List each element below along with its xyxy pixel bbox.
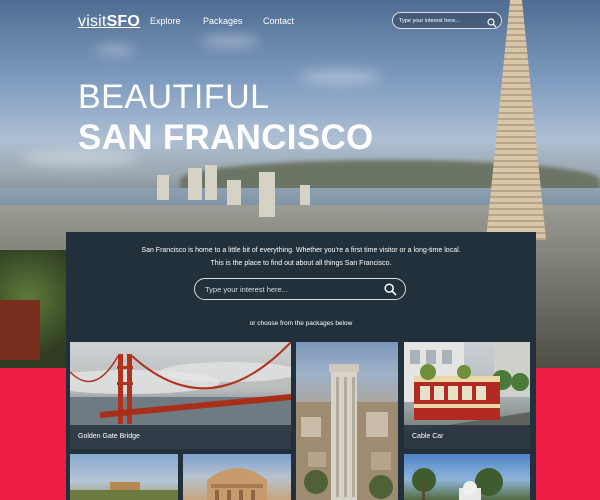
- intro-text: San Francisco is home to a little bit of…: [66, 244, 536, 270]
- choose-packages-text: or choose from the packages below: [249, 320, 353, 327]
- package-tile-coit-tower[interactable]: [296, 342, 398, 500]
- header-search: [392, 12, 502, 29]
- package-tile-6[interactable]: [404, 454, 530, 500]
- main-search-input[interactable]: [205, 282, 375, 296]
- nav-link-contact[interactable]: Contact: [263, 16, 294, 26]
- nav-link-explore[interactable]: Explore: [150, 16, 181, 26]
- tile-label: Golden Gate Bridge: [78, 433, 140, 440]
- coit-tower-image: [296, 364, 398, 500]
- tile-label: Cable Car: [412, 433, 444, 440]
- package-tile-golden-gate[interactable]: Golden Gate Bridge: [70, 342, 291, 449]
- package-tile-cable-car[interactable]: Cable Car: [404, 342, 530, 449]
- logo-prefix: visit: [78, 13, 107, 30]
- hero-title-line1: BEAUTIFUL: [78, 78, 270, 116]
- logo-bold: SFO: [106, 13, 141, 30]
- palace-of-fine-arts-image: [207, 468, 267, 500]
- intro-line-2: This is the place to find out about all …: [210, 260, 392, 267]
- tile-caption: Golden Gate Bridge: [70, 425, 291, 449]
- package-tile-4[interactable]: [70, 454, 178, 500]
- search-icon[interactable]: [487, 15, 497, 33]
- package-tile-4-image: [70, 482, 178, 500]
- intro-panel: San Francisco is home to a little bit of…: [66, 232, 536, 500]
- site-logo[interactable]: visitSFO: [78, 13, 140, 31]
- search-icon[interactable]: [384, 283, 397, 301]
- hero-title-line2: SAN FRANCISCO: [78, 118, 374, 157]
- top-nav: visitSFO Explore Packages Contact: [0, 0, 600, 44]
- package-tile-palace-fine-arts[interactable]: [183, 454, 291, 500]
- tile-caption: Cable Car: [404, 425, 530, 449]
- nav-link-packages[interactable]: Packages: [203, 16, 243, 26]
- header-search-input[interactable]: [399, 14, 485, 27]
- intro-line-1: San Francisco is home to a little bit of…: [141, 247, 461, 254]
- main-search: [194, 278, 406, 300]
- package-tile-6-image: [412, 468, 503, 500]
